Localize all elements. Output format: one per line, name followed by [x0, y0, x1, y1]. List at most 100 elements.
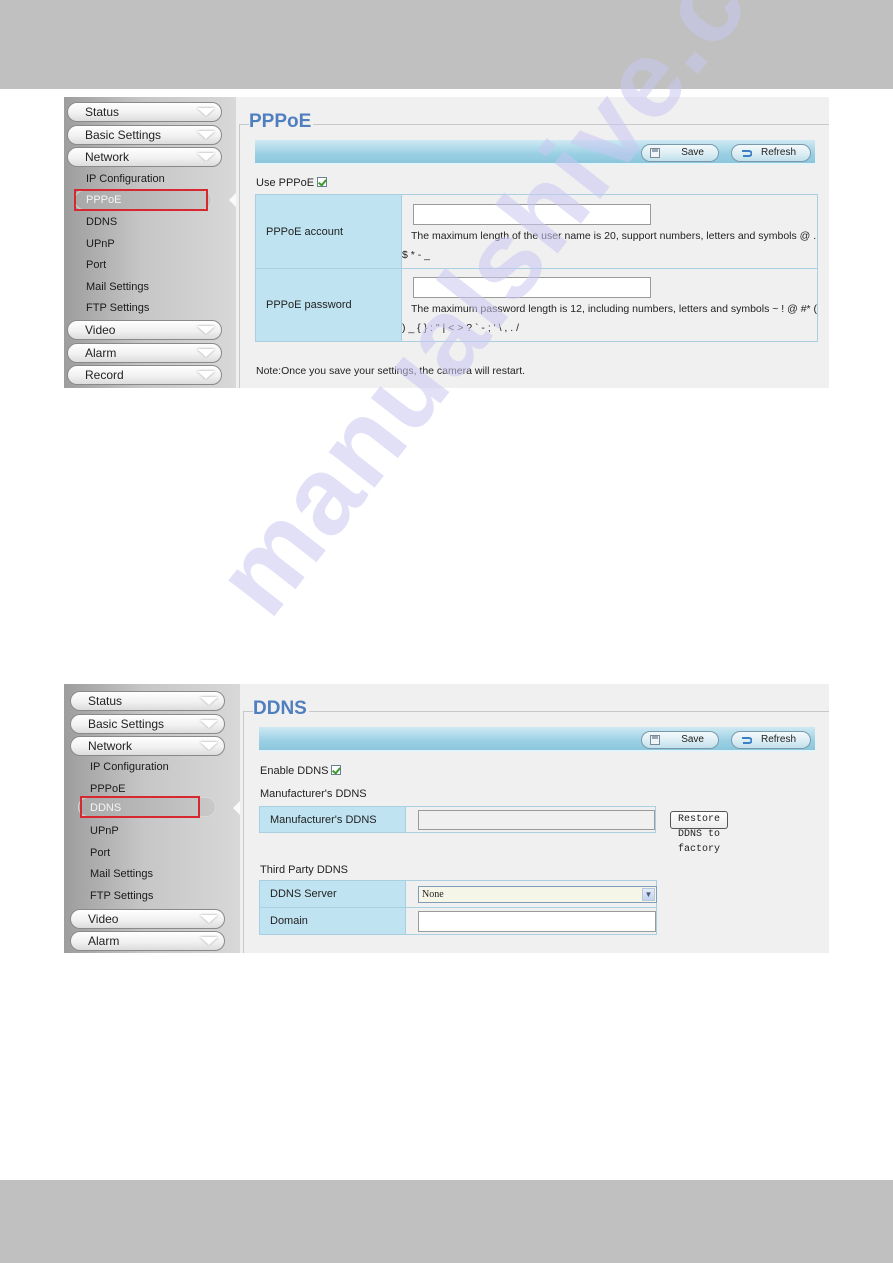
table-row: PPPoE password The maximum password leng… [255, 268, 819, 342]
sidebar-section-basic-settings[interactable]: Basic Settings [70, 714, 225, 734]
sidebar-section-basic-settings[interactable]: Basic Settings [67, 125, 222, 145]
chevron-down-icon [197, 326, 215, 334]
pppoe-screenshot: Status Basic Settings Network IP Configu… [64, 97, 829, 388]
use-pppoe-label: Use PPPoE [256, 177, 315, 189]
domain-cell [405, 907, 657, 935]
sidebar-section-label: Video [85, 323, 116, 337]
sidebar-section-label: Network [88, 739, 133, 753]
manufacturer-ddns-label: Manufacturer's DDNS [259, 806, 406, 833]
sidebar-item-port[interactable]: Port [90, 847, 110, 859]
chevron-down-icon [197, 153, 215, 161]
sidebar-section-label: Record [85, 368, 124, 382]
save-icon [650, 735, 660, 745]
third-party-ddns-table: DDNS Server None ▼ Domain [259, 880, 657, 935]
page-header-band [0, 0, 893, 89]
save-icon [650, 148, 660, 158]
sidebar-section-network[interactable]: Network [70, 736, 225, 756]
sidebar-item-upnp[interactable]: UPnP [90, 825, 119, 837]
pppoe-password-hint-cont: ) _ { } : " | < > ? ` - ; ' \ , . / [402, 321, 520, 334]
domain-label: Domain [259, 907, 406, 935]
ddns-screenshot: Status Basic Settings Network IP Configu… [64, 684, 829, 953]
save-label: Save [681, 734, 704, 745]
sidebar-item-mail-settings[interactable]: Mail Settings [90, 868, 153, 880]
ddns-server-cell: None ▼ [405, 880, 657, 908]
sidebar-section-record[interactable]: Record [67, 365, 222, 385]
sidebar-section-label: Alarm [88, 934, 120, 948]
domain-input[interactable] [418, 910, 656, 932]
sidebar-item-ddns[interactable]: DDNS [90, 802, 121, 814]
chevron-down-icon [197, 131, 215, 139]
page-title: PPPoE [249, 111, 314, 133]
active-pointer-icon [229, 193, 236, 207]
manufacturer-ddns-value [418, 809, 655, 830]
manufacturer-ddns-heading: Manufacturer's DDNS [260, 788, 367, 800]
use-pppoe-checkbox[interactable] [317, 177, 328, 187]
pppoe-password-label: PPPoE password [255, 268, 402, 342]
chevron-down-icon [197, 349, 215, 357]
sidebar-item-ftp-settings[interactable]: FTP Settings [86, 302, 149, 314]
save-button[interactable]: Save [641, 144, 719, 162]
active-pointer-icon [233, 801, 240, 815]
sidebar-item-pppoe[interactable]: PPPoE [90, 783, 125, 795]
pppoe-account-label: PPPoE account [255, 194, 402, 269]
sidebar-section-status[interactable]: Status [67, 102, 222, 122]
sidebar-section-label: Video [88, 912, 119, 926]
pppoe-account-hint-cont: $ * - _ [402, 249, 431, 261]
toolbar: Save Refresh [259, 727, 815, 752]
sidebar-section-alarm[interactable]: Alarm [70, 931, 225, 951]
table-row: Manufacturer's DDNS Restore DDNS to fact… [259, 806, 729, 855]
chevron-down-icon [200, 720, 218, 728]
sidebar-item-ddns[interactable]: DDNS [86, 216, 117, 228]
sidebar-item-ftp-settings[interactable]: FTP Settings [90, 890, 153, 902]
table-row: Domain [259, 907, 657, 935]
ddns-server-label: DDNS Server [259, 880, 406, 908]
sidebar-section-label: Basic Settings [88, 717, 165, 731]
refresh-label: Refresh [760, 734, 796, 745]
sidebar-section-status[interactable]: Status [70, 691, 225, 711]
sidebar-section-video[interactable]: Video [67, 320, 222, 340]
use-pppoe-row: Use PPPoE [256, 177, 328, 189]
restore-ddns-button[interactable]: Restore DDNS to factory [670, 811, 729, 855]
content-area: DDNS Save Refresh Enable DDNS Manufactur… [241, 684, 829, 953]
pppoe-form-table: PPPoE account The maximum length of the … [255, 194, 819, 342]
chevron-down-icon [200, 697, 218, 705]
third-party-ddns-heading: Third Party DDNS [260, 864, 349, 876]
sidebar-item-mail-settings[interactable]: Mail Settings [86, 281, 149, 293]
chevron-down-icon [200, 742, 218, 750]
refresh-icon [742, 737, 752, 744]
pppoe-password-hint: The maximum password length is 12, inclu… [411, 302, 818, 315]
chevron-down-icon [197, 371, 215, 379]
sidebar-section-label: Basic Settings [85, 128, 162, 142]
chevron-down-icon: ▼ [642, 888, 655, 901]
sidebar-item-ip-configuration[interactable]: IP Configuration [86, 173, 165, 185]
table-row: DDNS Server None ▼ [259, 880, 657, 908]
enable-ddns-row: Enable DDNS [260, 765, 342, 777]
sidebar-item-pppoe[interactable]: PPPoE [86, 194, 121, 206]
sidebar-item-upnp[interactable]: UPnP [86, 238, 115, 250]
pppoe-password-input[interactable] [413, 276, 651, 298]
sidebar-section-alarm[interactable]: Alarm [67, 343, 222, 363]
pppoe-account-input[interactable] [413, 204, 651, 225]
sidebar-section-network[interactable]: Network [67, 147, 222, 167]
save-button[interactable]: Save [641, 731, 719, 749]
sidebar: Status Basic Settings Network IP Configu… [64, 684, 240, 953]
ddns-server-select[interactable]: None ▼ [418, 886, 657, 903]
pppoe-account-hint: The maximum length of the user name is 2… [411, 230, 817, 242]
toolbar: Save Refresh [255, 140, 815, 165]
refresh-label: Refresh [760, 147, 796, 158]
refresh-button[interactable]: Refresh [731, 144, 811, 162]
chevron-down-icon [200, 937, 218, 945]
content-area: PPPoE Save Refresh Use PPPoE PPPoE accou… [237, 97, 829, 388]
sidebar-section-label: Status [88, 694, 123, 708]
page-title: DDNS [253, 698, 309, 720]
table-row: PPPoE account The maximum length of the … [255, 194, 819, 269]
sidebar-section-video[interactable]: Video [70, 909, 225, 929]
refresh-icon [742, 150, 752, 157]
restart-note: Note:Once you save your settings, the ca… [256, 365, 526, 377]
sidebar-item-port[interactable]: Port [86, 259, 106, 271]
refresh-button[interactable]: Refresh [731, 731, 811, 749]
sidebar-item-ip-configuration[interactable]: IP Configuration [90, 761, 169, 773]
page-footer-band [0, 1180, 893, 1263]
enable-ddns-checkbox[interactable] [331, 765, 342, 775]
manufacturer-ddns-table: Manufacturer's DDNS Restore DDNS to fact… [259, 806, 729, 855]
